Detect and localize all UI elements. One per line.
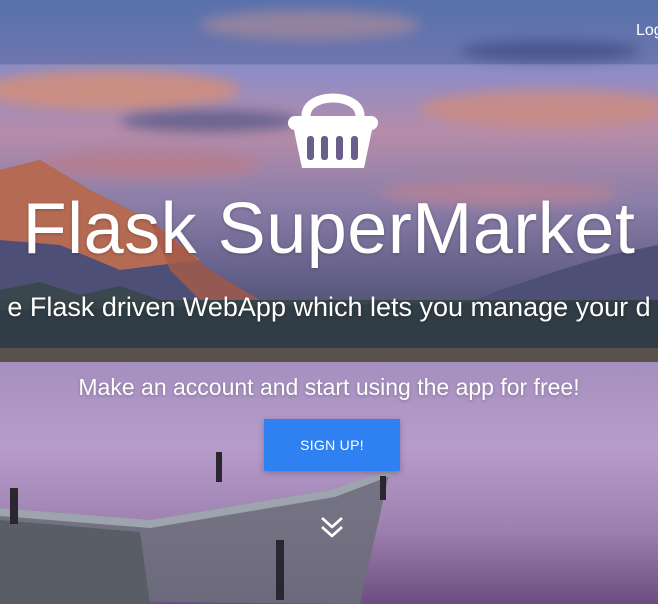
shopping-basket-icon	[288, 93, 378, 168]
double-chevron-down-icon[interactable]	[319, 514, 345, 540]
login-link[interactable]: Log	[636, 22, 658, 40]
cta-text: Make an account and start using the app …	[78, 374, 580, 400]
page-title: Flask SuperMarket	[22, 189, 636, 269]
signup-button[interactable]: SIGN UP!	[264, 419, 400, 471]
hero-subtitle: e Flask driven WebApp which lets you man…	[7, 292, 651, 322]
top-navbar: Log	[0, 0, 658, 65]
hero-section: Log Flask SuperMarket e Flask driven Web…	[0, 0, 658, 604]
